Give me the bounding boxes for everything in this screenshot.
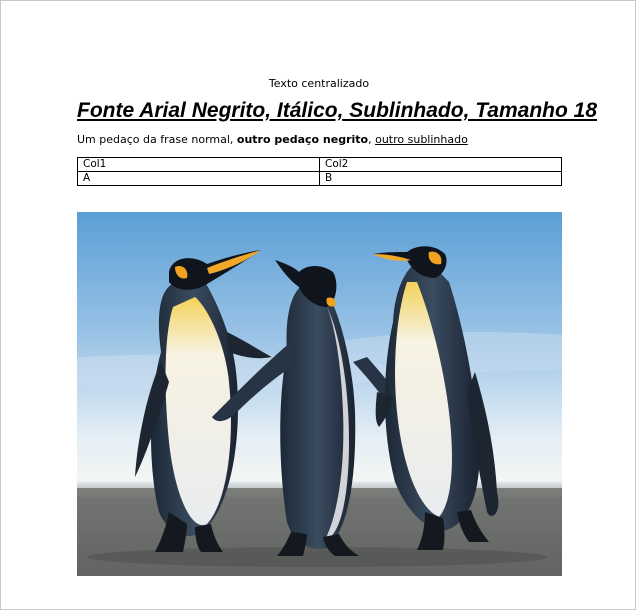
table-cell: B <box>319 171 562 186</box>
paragraph-normal-text: Um pedaço da frase normal, <box>77 133 237 146</box>
table-header-cell: Col1 <box>77 157 320 172</box>
document-page: Texto centralizado Fonte Arial Negrito, … <box>0 0 636 610</box>
penguins-photo <box>77 212 562 576</box>
document-title: Fonte Arial Negrito, Itálico, Sublinhado… <box>77 99 597 122</box>
paragraph-bold-text: outro pedaço negrito <box>236 133 369 146</box>
document-table: Col1 Col2 A B <box>77 157 562 186</box>
paragraph: Um pedaço da frase normal, outro pedaço … <box>77 133 468 147</box>
centered-text: Texto centralizado <box>268 77 370 90</box>
paragraph-underlined-text: outro sublinhado <box>375 133 468 146</box>
table-cell: A <box>77 171 320 186</box>
table-header-row: Col1 Col2 <box>77 157 562 172</box>
table-row: A B <box>77 171 562 186</box>
table-header-cell: Col2 <box>319 157 562 172</box>
